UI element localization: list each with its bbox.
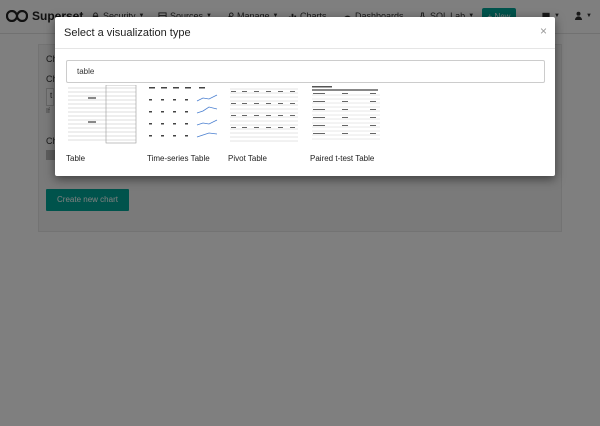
time-series-table-thumbnail [147,85,219,145]
modal-header: Select a visualization type × [55,17,555,49]
viz-option-pivot-table[interactable]: Pivot Table [228,85,300,163]
viz-option-label: Time-series Table [147,154,210,163]
viz-option-label: Table [66,154,86,163]
viz-option-time-series-table[interactable]: Time-series Table [147,85,219,163]
viz-option-table[interactable]: Table [66,85,138,163]
modal-title: Select a visualization type [64,27,191,39]
viz-option-label: Paired t-test Table [310,154,375,163]
viz-search-input[interactable] [66,60,545,83]
viz-option-paired-t-test-table[interactable]: Paired t-test Table [310,85,382,163]
viz-type-modal: Select a visualization type × Table [55,17,555,176]
viz-option-label: Pivot Table [228,154,267,163]
pivot-table-thumbnail [228,85,300,145]
paired-t-test-table-thumbnail [310,85,382,145]
close-icon[interactable]: × [540,24,547,38]
table-thumbnail [66,85,138,145]
